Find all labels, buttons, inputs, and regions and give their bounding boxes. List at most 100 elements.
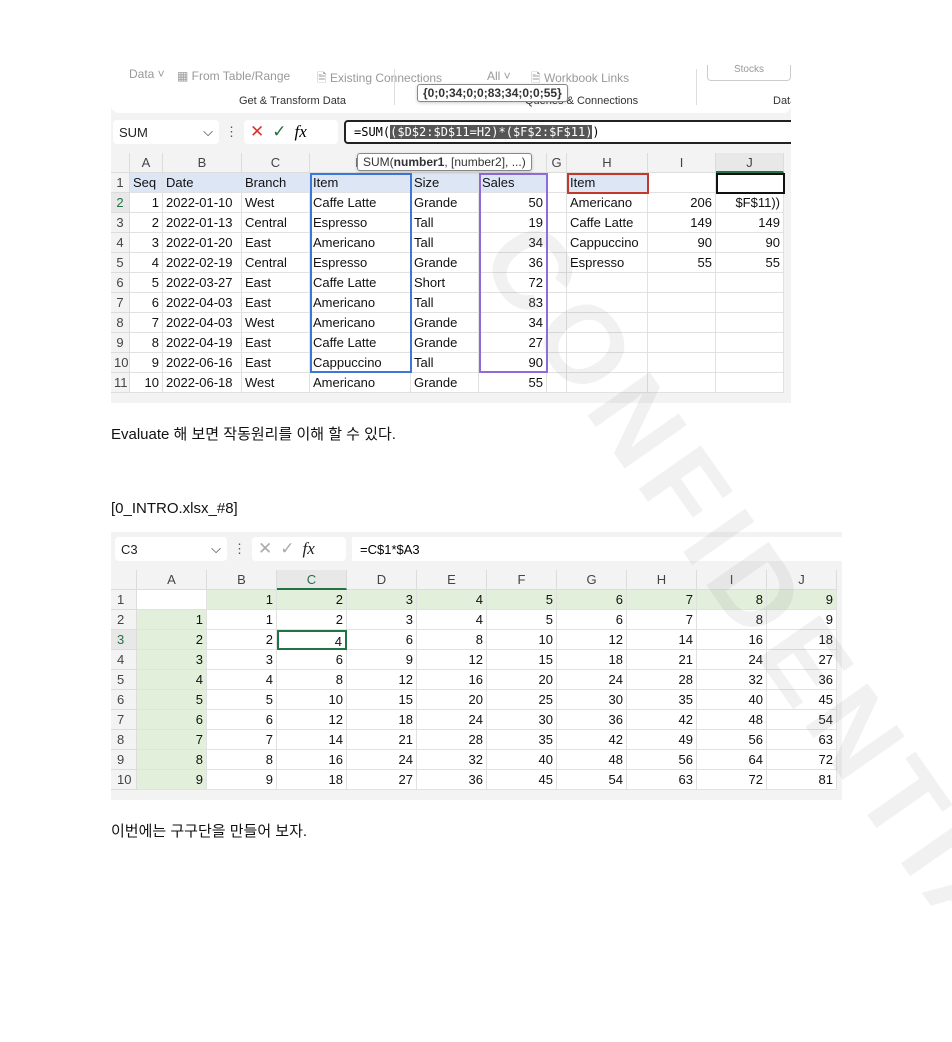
row-header[interactable]: 6 xyxy=(111,273,130,293)
cell-D5[interactable]: 12 xyxy=(347,670,417,690)
row-header[interactable]: 8 xyxy=(111,730,137,750)
cell-B3[interactable]: 2 xyxy=(207,630,277,650)
cell-A3[interactable]: 2 xyxy=(137,630,207,650)
cell-A3[interactable]: 2 xyxy=(130,213,163,233)
row-header[interactable]: 6 xyxy=(111,690,137,710)
cell-B6[interactable]: 2022-03-27 xyxy=(163,273,242,293)
row-header[interactable]: 10 xyxy=(111,770,137,790)
cell-D10[interactable]: 27 xyxy=(347,770,417,790)
cell-E3[interactable]: 8 xyxy=(417,630,487,650)
cell-D8[interactable]: 21 xyxy=(347,730,417,750)
cell-D7[interactable]: 18 xyxy=(347,710,417,730)
cell-E4[interactable]: 12 xyxy=(417,650,487,670)
cell-J4[interactable]: 90 xyxy=(716,233,784,253)
cell-F2[interactable]: 5 xyxy=(487,610,557,630)
cell-H7[interactable]: 42 xyxy=(627,710,697,730)
cell-E8[interactable]: 28 xyxy=(417,730,487,750)
cell-B1[interactable]: 1 xyxy=(207,590,277,610)
cell-C5[interactable]: 8 xyxy=(277,670,347,690)
cell-A8[interactable]: 7 xyxy=(130,313,163,333)
cell-F6[interactable]: 25 xyxy=(487,690,557,710)
cell-B2[interactable]: 2022-01-10 xyxy=(163,193,242,213)
ribbon-get-data[interactable]: Data ˅ xyxy=(129,67,165,81)
cell-I6[interactable] xyxy=(648,273,716,293)
cell-A11[interactable]: 10 xyxy=(130,373,163,393)
cell-C4[interactable]: East xyxy=(242,233,310,253)
cell-E6[interactable]: 20 xyxy=(417,690,487,710)
cell-E11[interactable]: Grande xyxy=(411,373,479,393)
cell-C7[interactable]: 12 xyxy=(277,710,347,730)
cell-C8[interactable]: West xyxy=(242,313,310,333)
row-header[interactable]: 7 xyxy=(111,710,137,730)
cell-A10[interactable]: 9 xyxy=(130,353,163,373)
cell-H9[interactable]: 56 xyxy=(627,750,697,770)
cell-B7[interactable]: 2022-04-03 xyxy=(163,293,242,313)
cell-D7[interactable]: Americano xyxy=(310,293,411,313)
cell-B5[interactable]: 4 xyxy=(207,670,277,690)
cell-A9[interactable]: 8 xyxy=(137,750,207,770)
cell-I7[interactable]: 48 xyxy=(697,710,767,730)
cell-G9[interactable]: 48 xyxy=(557,750,627,770)
ribbon-from-table[interactable]: ▦ From Table/Range xyxy=(177,69,290,83)
column-header-E[interactable]: E xyxy=(417,570,487,590)
cell-D4[interactable]: Americano xyxy=(310,233,411,253)
cell-A8[interactable]: 7 xyxy=(137,730,207,750)
cell-B9[interactable]: 8 xyxy=(207,750,277,770)
row-header[interactable]: 2 xyxy=(111,610,137,630)
cell-E7[interactable]: Tall xyxy=(411,293,479,313)
cell-G8[interactable]: 42 xyxy=(557,730,627,750)
column-header-B[interactable]: B xyxy=(207,570,277,590)
cell-J1[interactable] xyxy=(716,173,784,193)
row-header[interactable]: 3 xyxy=(111,213,130,233)
cell-J8[interactable] xyxy=(716,313,784,333)
cell-H2[interactable]: 7 xyxy=(627,610,697,630)
cancel-icon[interactable]: ✕ xyxy=(250,122,264,142)
cell-C1[interactable]: 2 xyxy=(277,590,347,610)
cell-B4[interactable]: 2022-01-20 xyxy=(163,233,242,253)
cell-C9[interactable]: East xyxy=(242,333,310,353)
column-header-G[interactable]: G xyxy=(547,153,567,173)
cell-H2[interactable]: Americano xyxy=(567,193,648,213)
cell-B4[interactable]: 3 xyxy=(207,650,277,670)
cell-G3[interactable]: 12 xyxy=(557,630,627,650)
cell-I9[interactable]: 64 xyxy=(697,750,767,770)
cell-F8[interactable]: 35 xyxy=(487,730,557,750)
cell-F2[interactable]: 50 xyxy=(479,193,547,213)
cell-E3[interactable]: Tall xyxy=(411,213,479,233)
cell-G7[interactable]: 36 xyxy=(557,710,627,730)
ribbon-refresh-all[interactable]: All ˅ xyxy=(487,69,511,83)
row-header[interactable]: 9 xyxy=(111,333,130,353)
cell-B5[interactable]: 2022-02-19 xyxy=(163,253,242,273)
cell-A4[interactable]: 3 xyxy=(130,233,163,253)
cell-C4[interactable]: 6 xyxy=(277,650,347,670)
cell-H8[interactable]: 49 xyxy=(627,730,697,750)
cell-G10[interactable]: 54 xyxy=(557,770,627,790)
cell-F7[interactable]: 30 xyxy=(487,710,557,730)
column-header-F[interactable]: F xyxy=(487,570,557,590)
row-header[interactable]: 1 xyxy=(111,590,137,610)
row-header[interactable]: 5 xyxy=(111,253,130,273)
cell-B6[interactable]: 5 xyxy=(207,690,277,710)
cell-C2[interactable]: West xyxy=(242,193,310,213)
cell-J6[interactable] xyxy=(716,273,784,293)
cell-A10[interactable]: 9 xyxy=(137,770,207,790)
cell-A2[interactable]: 1 xyxy=(130,193,163,213)
cell-A7[interactable]: 6 xyxy=(137,710,207,730)
cell-D9[interactable]: 24 xyxy=(347,750,417,770)
cell-G4[interactable]: 18 xyxy=(557,650,627,670)
cell-B8[interactable]: 7 xyxy=(207,730,277,750)
cell-C2[interactable]: 2 xyxy=(277,610,347,630)
cell-G2[interactable]: 6 xyxy=(557,610,627,630)
cell-B1[interactable]: Date xyxy=(163,173,242,193)
cell-F4[interactable]: 15 xyxy=(487,650,557,670)
cell-E9[interactable]: 32 xyxy=(417,750,487,770)
cell-I8[interactable] xyxy=(648,313,716,333)
cell-D10[interactable]: Cappuccino xyxy=(310,353,411,373)
cell-A1[interactable] xyxy=(137,590,207,610)
cell-J11[interactable] xyxy=(716,373,784,393)
cell-D8[interactable]: Americano xyxy=(310,313,411,333)
row-header[interactable]: 3 xyxy=(111,630,137,650)
cell-C6[interactable]: East xyxy=(242,273,310,293)
cell-A2[interactable]: 1 xyxy=(137,610,207,630)
cell-B10[interactable]: 9 xyxy=(207,770,277,790)
